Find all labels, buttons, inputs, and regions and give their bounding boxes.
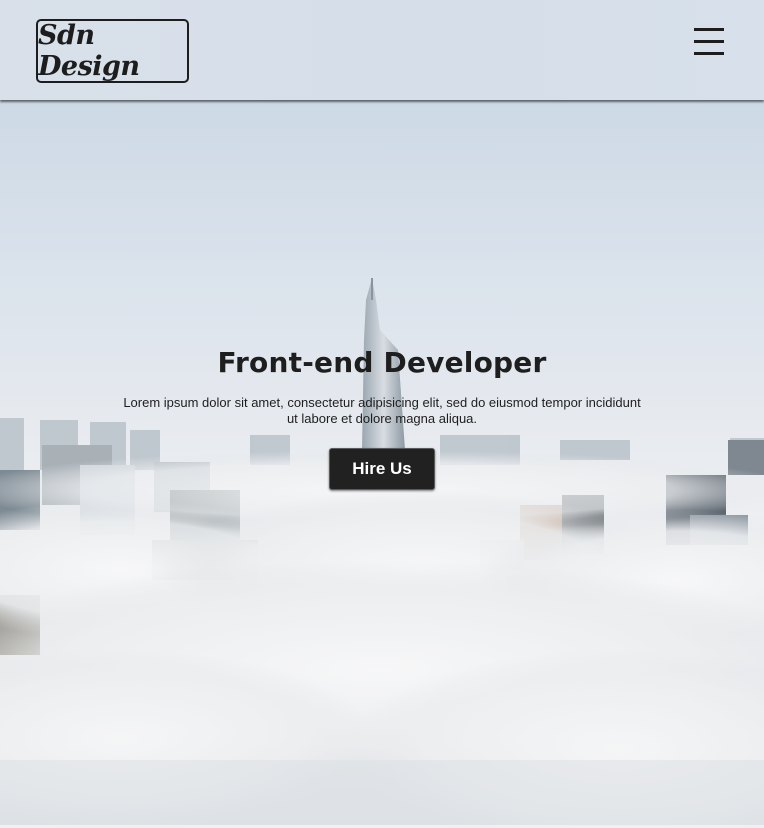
- menu-bar: [694, 52, 724, 55]
- hero-content: Front-end Developer Lorem ipsum dolor si…: [0, 346, 764, 490]
- menu-bar: [694, 28, 724, 31]
- hero-description: Lorem ipsum dolor sit amet, consectetur …: [123, 395, 641, 426]
- logo[interactable]: Sdn Design: [36, 19, 189, 83]
- hero-section: Front-end Developer Lorem ipsum dolor si…: [0, 100, 764, 825]
- site-header: Sdn Design: [0, 0, 764, 100]
- hamburger-menu-icon[interactable]: [694, 27, 726, 57]
- hero-title: Front-end Developer: [217, 346, 547, 379]
- menu-bar: [694, 40, 724, 43]
- hire-us-button[interactable]: Hire Us: [329, 448, 435, 490]
